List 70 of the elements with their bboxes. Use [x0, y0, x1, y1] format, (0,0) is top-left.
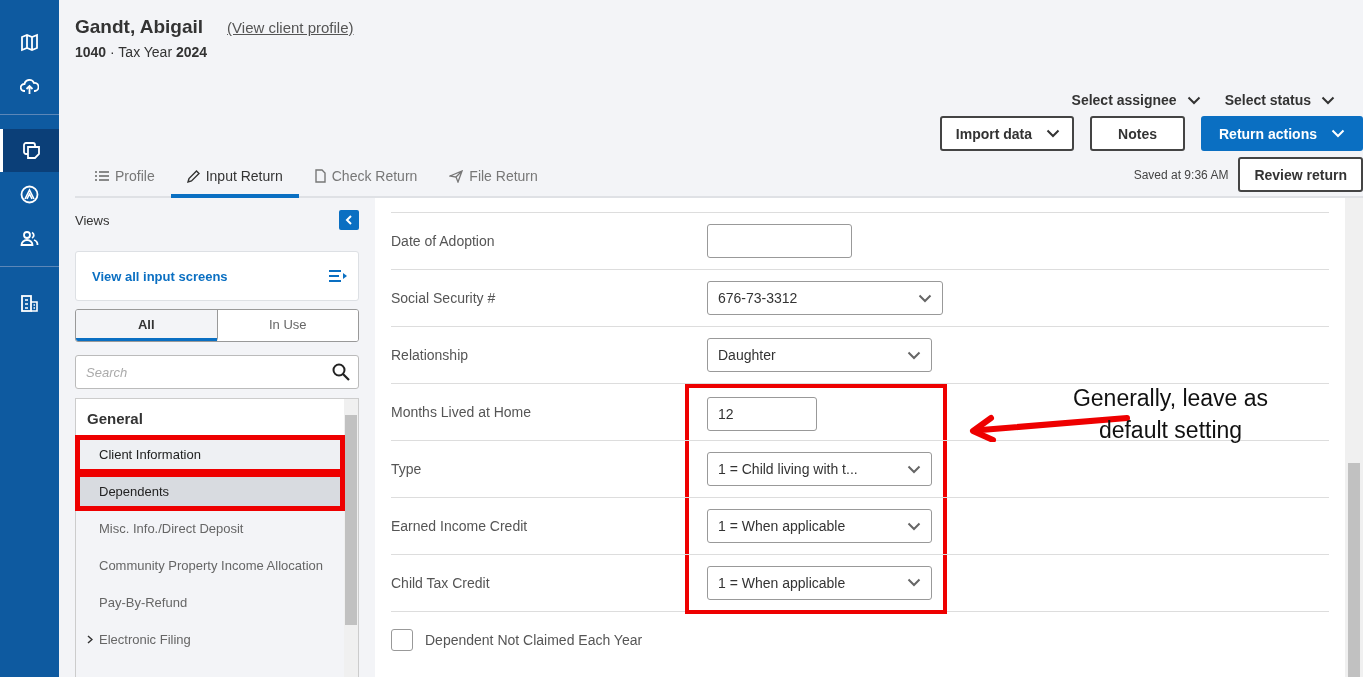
view-all-input-screens-link[interactable]: View all input screens [92, 268, 228, 284]
views-title: Views [75, 212, 110, 228]
select-field[interactable]: 1 = When applicable [707, 565, 932, 600]
field-label: Relationship [391, 347, 470, 363]
people-icon [20, 228, 39, 248]
chevron-icon [907, 464, 921, 474]
search-input[interactable]: Search [84, 363, 332, 381]
map-icon [20, 32, 39, 52]
chevron-icon [1331, 129, 1345, 138]
chevron-icon [1321, 95, 1335, 105]
client-name: Gandt, Abigail [75, 16, 204, 38]
select-field[interactable]: 676-73-3312 [707, 281, 943, 315]
segment-tab[interactable]: In Use [216, 310, 358, 341]
input-field[interactable]: 12 [707, 397, 817, 431]
group-heading: General [76, 399, 344, 436]
field-label: Type [391, 461, 423, 477]
checkbox-label: Dependent Not Claimed Each Year [425, 632, 643, 648]
chevron-icon [918, 293, 932, 303]
select-field[interactable]: Daughter [707, 338, 932, 372]
list-arrow-icon [329, 269, 347, 283]
select-field[interactable]: 1 = Child living with t... [707, 452, 932, 486]
chevron-icon [907, 350, 921, 360]
nav-item[interactable]: Dependents [76, 473, 344, 510]
nav-item[interactable]: Misc. Info./Direct Deposit [76, 510, 344, 547]
expand-chevron-icon [87, 635, 93, 644]
nav-item[interactable]: Client Information [76, 436, 344, 473]
field-label: Social Security # [391, 290, 497, 306]
chevron-left-icon [345, 215, 353, 225]
circle-logo-icon [20, 184, 39, 204]
scrollbar[interactable] [1345, 198, 1363, 677]
copy-icon [21, 141, 41, 160]
chevron-icon [907, 578, 921, 587]
tab[interactable]: File Return [433, 160, 554, 198]
rail-item[interactable] [0, 129, 59, 172]
action-button[interactable]: Notes [1090, 116, 1185, 151]
scrollbar[interactable] [344, 399, 358, 677]
tab[interactable]: Check Return [298, 160, 434, 198]
segment-tab[interactable]: All [76, 310, 217, 341]
collapse-button[interactable] [339, 210, 359, 230]
field-label: Months Lived at Home [391, 404, 533, 420]
search-icon [332, 363, 350, 381]
view-client-profile-link[interactable]: (View client profile) [227, 19, 354, 36]
nav-item[interactable]: Pay-By-Refund [76, 584, 344, 621]
search-field[interactable]: Search [75, 355, 359, 389]
list-icon [95, 170, 109, 182]
review-return-button[interactable]: Review return [1238, 157, 1363, 192]
tab[interactable]: Profile [79, 160, 171, 198]
field-label: Child Tax Credit [391, 575, 491, 591]
action-button[interactable]: Import data [939, 116, 1075, 151]
nav-item[interactable]: Community Property Income Allocation [76, 547, 344, 584]
dropdown[interactable]: Select assignee [1071, 92, 1201, 108]
field-label: Earned Income Credit [391, 518, 529, 534]
paper-plane-icon [449, 169, 464, 183]
saved-time: Saved at 9:36 AM [1133, 167, 1229, 182]
chevron-icon [1186, 95, 1201, 105]
building-icon [20, 293, 39, 313]
chevron-icon [907, 521, 921, 531]
input-field[interactable] [707, 224, 852, 258]
cloud-upload-icon [20, 76, 39, 96]
nav-item[interactable]: Electronic Filing [76, 621, 344, 658]
select-field[interactable]: 1 = When applicable [707, 509, 932, 543]
annotation-text: Generally, leave as default setting [1071, 384, 1270, 445]
page-icon [314, 169, 326, 183]
return-subtitle: 1040 · Tax Year 2024 [75, 44, 209, 60]
field-label: Date of Adoption [391, 233, 496, 249]
action-button[interactable]: Return actions [1201, 116, 1363, 151]
checkbox[interactable] [391, 629, 413, 651]
chevron-icon [1046, 129, 1061, 138]
dropdown[interactable]: Select status [1224, 92, 1335, 108]
pencil-icon [186, 169, 200, 183]
